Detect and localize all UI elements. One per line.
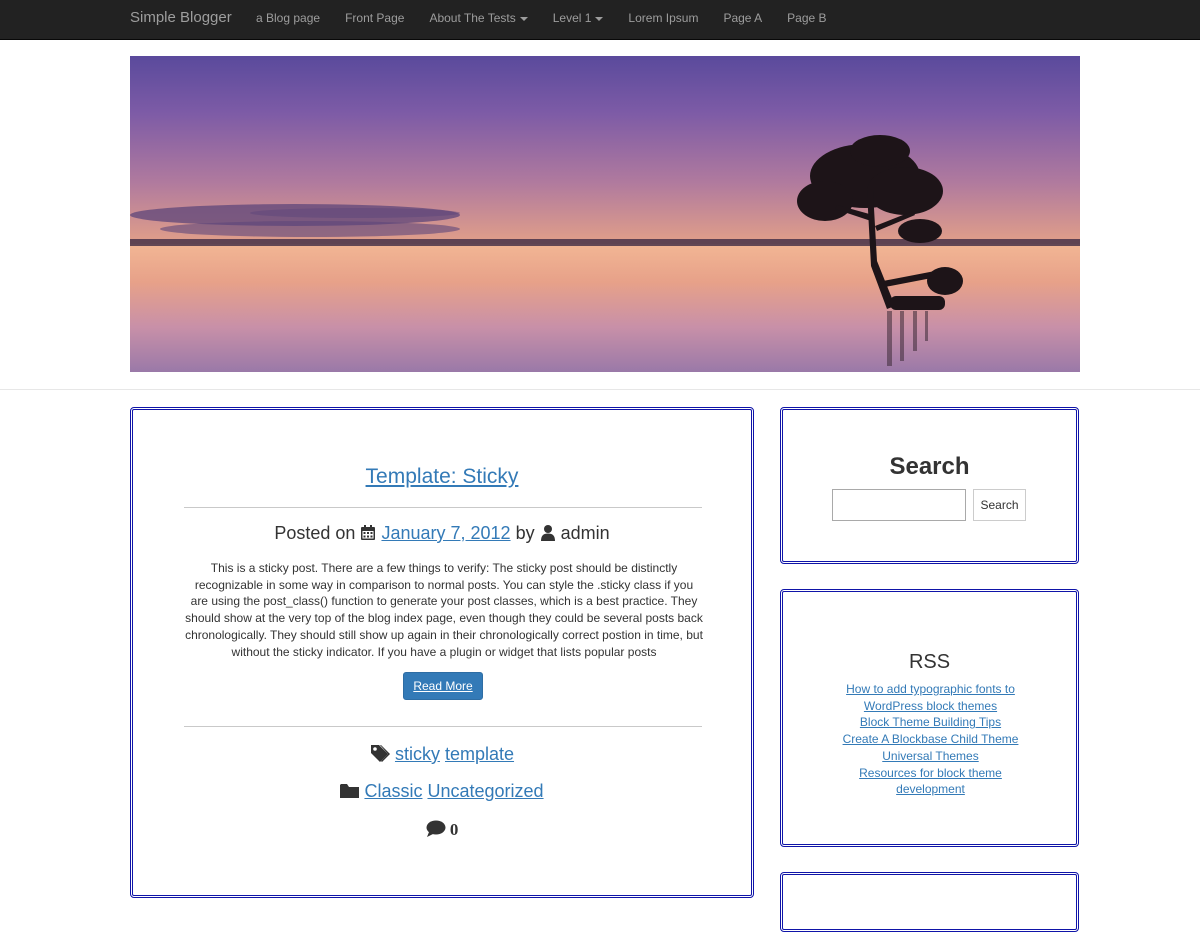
rss-widget: RSS How to add typographic fonts to Word…: [780, 589, 1079, 847]
read-more-button[interactable]: Read More: [403, 672, 483, 700]
nav-item-level-1[interactable]: Level 1: [553, 0, 629, 36]
tag-link-sticky[interactable]: sticky: [395, 744, 440, 764]
search-widget: Search Search: [780, 407, 1079, 564]
caret-down-icon: [595, 16, 604, 21]
main-nav: a Blog page Front Page About The Tests L…: [256, 0, 852, 39]
post-title-link[interactable]: Template: Sticky: [133, 465, 751, 489]
list-item: Block Theme Building Tips: [838, 714, 1023, 731]
rss-widget-title: RSS: [908, 651, 951, 673]
post-card: Template: Sticky Posted on January 7, 20…: [130, 407, 754, 898]
search-button[interactable]: Search: [973, 489, 1026, 521]
post-tags: sticky template: [133, 744, 751, 765]
category-link-classic[interactable]: Classic: [364, 781, 422, 801]
header-divider: [0, 389, 1200, 390]
cloud-shape: [250, 208, 460, 218]
nav-item-lorem-ipsum[interactable]: Lorem Ipsum: [628, 0, 723, 36]
nav-item-blog-page[interactable]: a Blog page: [256, 0, 345, 36]
caret-down-icon: [519, 16, 528, 21]
header-image: [130, 56, 1080, 372]
rss-link[interactable]: How to add typographic fonts to WordPres…: [846, 682, 1015, 713]
rss-link[interactable]: Block Theme Building Tips: [860, 715, 1001, 729]
tag-icon: [370, 745, 390, 762]
post-excerpt: This is a sticky post. There are a few t…: [185, 561, 703, 659]
list-item: Universal Themes: [838, 748, 1023, 765]
list-item: Create A Blockbase Child Theme: [838, 731, 1023, 748]
nav-item-front-page[interactable]: Front Page: [345, 0, 429, 36]
tag-link-template[interactable]: template: [445, 744, 514, 764]
list-item: Resources for block theme development: [838, 765, 1023, 798]
sidebar-widget-partial: [780, 872, 1079, 932]
category-link-uncategorized[interactable]: Uncategorized: [427, 781, 543, 801]
rss-link[interactable]: Universal Themes: [882, 749, 978, 763]
rss-link-list: How to add typographic fonts to WordPres…: [838, 681, 1023, 798]
divider: [184, 726, 702, 727]
post-author: admin: [560, 523, 610, 543]
search-widget-title: Search: [889, 453, 970, 480]
comment-icon: [426, 820, 446, 837]
user-icon: [540, 525, 555, 541]
folder-icon: [340, 784, 360, 798]
nav-item-page-a[interactable]: Page A: [723, 0, 787, 36]
rss-link[interactable]: Create A Blockbase Child Theme: [843, 732, 1019, 746]
tree-silhouette: [797, 135, 963, 366]
post-date-link[interactable]: January 7, 2012: [381, 523, 510, 543]
post-meta: Posted on January 7, 2012 by admin: [274, 523, 610, 543]
calendar-icon: [361, 525, 376, 540]
cloud-shape: [160, 221, 460, 237]
top-navbar: Simple Blogger a Blog page Front Page Ab…: [0, 0, 1200, 40]
divider: [184, 507, 702, 508]
nav-item-page-b[interactable]: Page B: [787, 0, 851, 36]
rss-link[interactable]: Resources for block theme development: [859, 766, 1002, 797]
site-brand[interactable]: Simple Blogger: [130, 0, 232, 39]
search-input[interactable]: [832, 489, 966, 521]
list-item: How to add typographic fonts to WordPres…: [838, 681, 1023, 714]
post-categories: Classic Uncategorized: [133, 781, 751, 802]
nav-item-about-the-tests[interactable]: About The Tests: [429, 0, 552, 36]
comment-count[interactable]: 0: [133, 820, 751, 840]
